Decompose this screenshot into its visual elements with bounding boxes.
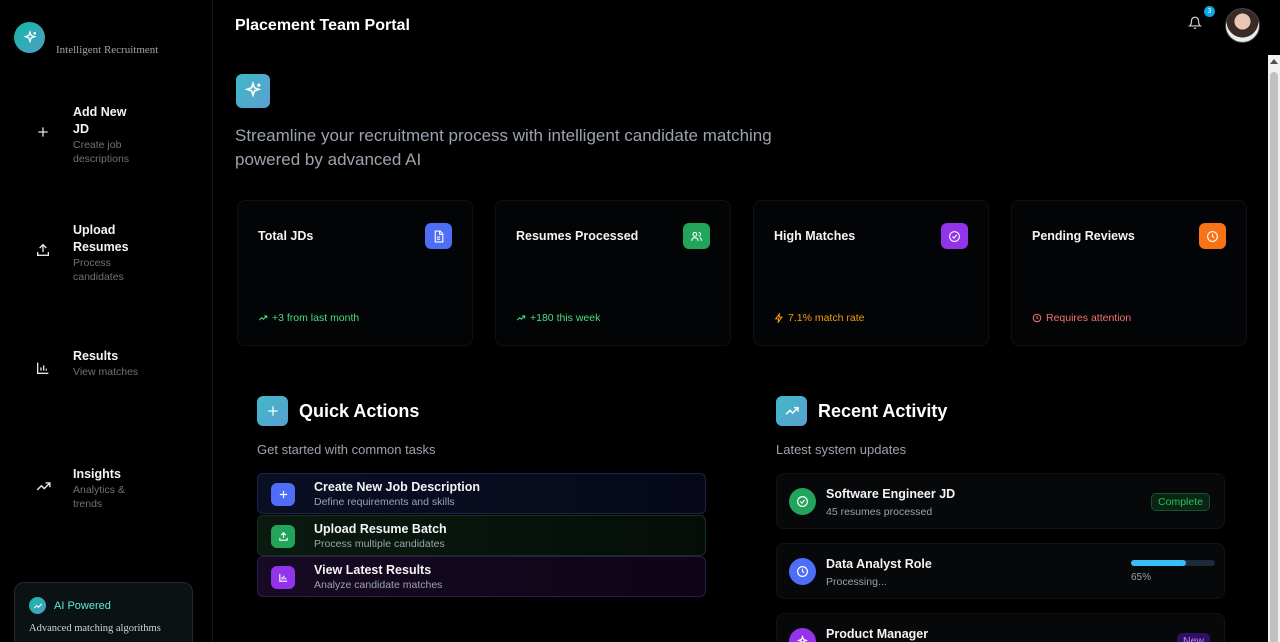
stat-card-pending-reviews[interactable]: Pending Reviews Requires attention [1011, 200, 1247, 346]
create-jd-button[interactable]: Create New Job Description Define requir… [257, 473, 706, 514]
users-icon [683, 223, 710, 249]
activity-item[interactable]: Product Manager New [776, 613, 1225, 642]
activity-desc: 45 resumes processed [826, 506, 933, 518]
clock-icon [1199, 223, 1226, 249]
notification-badge: 3 [1204, 6, 1215, 17]
activity-title: Data Analyst Role [826, 557, 932, 571]
stat-footer-text: +3 from last month [272, 312, 360, 324]
status-badge: Complete [1151, 493, 1210, 511]
plus-icon [257, 396, 288, 426]
action-desc: Analyze candidate matches [314, 579, 443, 591]
stat-title: Total JDs [258, 229, 314, 243]
sidebar-item-desc: Create job descriptions [73, 139, 130, 165]
trending-up-icon [29, 597, 46, 614]
recent-activity-panel: Recent Activity Latest system updates So… [776, 380, 1225, 642]
bar-chart-icon [34, 359, 52, 377]
action-title: View Latest Results [314, 563, 432, 577]
sidebar-item-insights[interactable]: Insights Analytics & trends [0, 466, 212, 514]
scroll-thumb[interactable] [1270, 72, 1278, 642]
quick-actions-title: Quick Actions [299, 400, 420, 421]
activity-item[interactable]: Data Analyst Role Processing... 65% [776, 543, 1225, 599]
sidebar-item-label: Add New JD [73, 105, 127, 136]
plus-icon [34, 123, 52, 141]
stat-footer-text: Requires attention [1046, 312, 1132, 324]
view-latest-results-button[interactable]: View Latest Results Analyze candidate ma… [257, 556, 706, 597]
action-title: Upload Resume Batch [314, 522, 447, 536]
sidebar-item-results[interactable]: Results View matches [0, 348, 212, 396]
sparkles-icon [789, 628, 816, 642]
upload-resume-batch-button[interactable]: Upload Resume Batch Process multiple can… [257, 515, 706, 556]
stat-footer: +180 this week [516, 312, 600, 324]
action-desc: Define requirements and skills [314, 496, 455, 508]
sidebar-item-upload-resumes[interactable]: Upload Resumes Process candidates [0, 222, 212, 286]
stat-footer: +3 from last month [258, 312, 359, 324]
bell-icon[interactable] [1187, 16, 1204, 32]
sparkles-icon [236, 74, 270, 108]
stat-footer: Requires attention [1032, 312, 1131, 324]
trending-up-icon [516, 315, 526, 321]
sidebar-item-desc: View matches [73, 366, 139, 378]
activity-title: Product Manager [826, 627, 929, 641]
action-title: Create New Job Description [314, 480, 481, 494]
sidebar-item-desc: Analytics & trends [73, 484, 125, 510]
clock-icon [1032, 313, 1042, 323]
stat-card-resumes-processed[interactable]: Resumes Processed +180 this week [495, 200, 731, 346]
scroll-up-arrow-icon[interactable] [1270, 59, 1278, 64]
sidebar-item-label: Results [73, 349, 119, 363]
trending-up-icon [34, 477, 52, 495]
hero-tagline: Streamline your recruitment process with… [235, 126, 772, 169]
activity-item[interactable]: Software Engineer JD 45 resumes processe… [776, 473, 1225, 529]
quick-actions-subtitle: Get started with common tasks [257, 442, 436, 457]
page-title: Placement Team Portal [235, 17, 410, 34]
sidebar-item-label: Insights [73, 467, 121, 481]
stat-card-total-jds[interactable]: Total JDs +3 from last month [237, 200, 473, 346]
upload-icon [271, 525, 295, 548]
activity-title: Software Engineer JD [826, 487, 956, 501]
stat-card-high-matches[interactable]: High Matches 7.1% match rate [753, 200, 989, 346]
stat-title: Resumes Processed [516, 229, 639, 243]
ai-powered-desc: Advanced matching algorithms [29, 623, 161, 634]
recent-activity-title: Recent Activity [818, 400, 948, 421]
progress-value: 65% [1131, 572, 1152, 583]
document-icon [425, 223, 452, 249]
ai-powered-title: AI Powered [54, 599, 111, 612]
progress-bar [1131, 560, 1215, 566]
stat-footer: 7.1% match rate [774, 312, 864, 324]
activity-desc: Processing... [826, 576, 887, 588]
action-desc: Process multiple candidates [314, 538, 445, 550]
trending-up-icon [776, 396, 807, 426]
stat-footer-text: 7.1% match rate [788, 312, 865, 324]
plus-icon [271, 483, 295, 506]
scrollbar[interactable] [1268, 55, 1280, 642]
logo-subtitle: Intelligent Recruitment [56, 44, 159, 56]
sidebar-item-add-jd[interactable]: Add New JD Create job descriptions [0, 104, 212, 168]
sidebar-item-label: Upload Resumes [73, 223, 129, 254]
ai-powered-card: AI Powered Advanced matching algorithms [14, 582, 193, 642]
stat-title: High Matches [774, 229, 856, 243]
check-circle-icon [941, 223, 968, 249]
quick-actions-panel: Quick Actions Get started with common ta… [257, 380, 706, 642]
logo-sparkles-icon[interactable] [14, 22, 45, 53]
stat-footer-text: +180 this week [530, 312, 601, 324]
recent-activity-subtitle: Latest system updates [776, 442, 907, 457]
bar-chart-icon [271, 566, 295, 589]
sidebar: Intelligent Recruitment Add New JD Creat… [0, 0, 213, 642]
upload-icon [34, 241, 52, 259]
avatar[interactable] [1225, 8, 1260, 43]
status-badge: New [1176, 633, 1210, 642]
check-circle-icon [789, 488, 816, 515]
progress-fill [1131, 560, 1186, 566]
stat-title: Pending Reviews [1032, 229, 1135, 243]
clock-icon [789, 558, 816, 585]
lightning-icon [774, 313, 783, 323]
trending-up-icon [258, 315, 268, 321]
sidebar-item-desc: Process candidates [73, 257, 124, 283]
